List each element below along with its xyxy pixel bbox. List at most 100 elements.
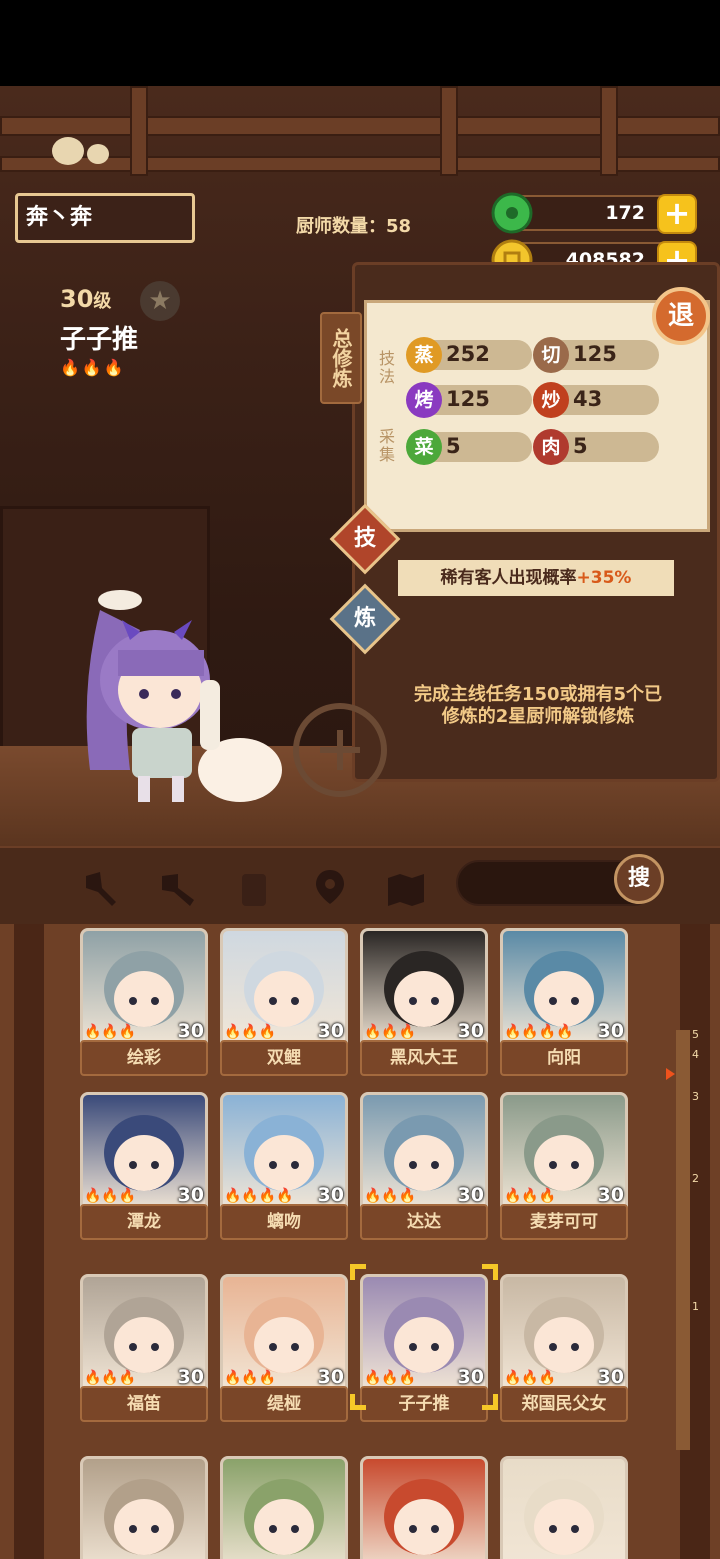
search-button[interactable]: 搜: [614, 854, 664, 904]
left-rail: [14, 924, 44, 1559]
card-name: 绘彩: [80, 1040, 208, 1076]
chef-card[interactable]: 🔥🔥🔥🔥 30 向阳: [500, 928, 628, 1092]
stat-badge: 蒸: [406, 337, 442, 373]
map-icon[interactable]: [384, 866, 428, 910]
ruler-mark: 5: [692, 1028, 699, 1041]
shovel-icon[interactable]: [80, 866, 124, 910]
stat-value: 125: [446, 387, 490, 411]
stat-item: 炒 43: [533, 382, 659, 418]
card-flames: 🔥🔥🔥: [224, 1370, 277, 1386]
card-name: 子子推: [360, 1386, 488, 1422]
card-name: 双鲤: [220, 1040, 348, 1076]
bonus-percent: +35%: [576, 568, 632, 588]
chef-card[interactable]: 🔥🔥🔥 30 绘彩: [80, 928, 208, 1092]
chef-card[interactable]: 🔥🔥🔥🔥 30 螭吻: [220, 1092, 348, 1256]
chef-card[interactable]: [80, 1456, 208, 1559]
card-level: 30: [177, 1366, 204, 1388]
card-flames: 🔥🔥🔥🔥: [504, 1024, 574, 1040]
bonus-banner: 稀有客人出现概率+35%: [398, 560, 674, 596]
retreat-button[interactable]: 退: [652, 287, 710, 345]
selection-corner: [350, 1394, 366, 1410]
card-flames: 🔥🔥🔥: [224, 1024, 277, 1040]
chef-card[interactable]: 🔥🔥🔥 30 子子推: [360, 1274, 488, 1438]
chef-count-value: 58: [386, 216, 412, 237]
star-icon[interactable]: ★: [140, 281, 180, 321]
card-name: 达达: [360, 1204, 488, 1240]
card-level: 30: [317, 1184, 344, 1206]
card-flames: 🔥🔥🔥: [504, 1370, 557, 1386]
chick-decoration-icon: [52, 137, 109, 165]
add-slot-icon[interactable]: [290, 700, 390, 800]
gather-section-label: 采集: [376, 428, 395, 464]
card-name: 潭龙: [80, 1204, 208, 1240]
chef-card[interactable]: 🔥🔥🔥 30 潭龙: [80, 1092, 208, 1256]
stat-badge: 菜: [406, 429, 442, 465]
card-level: 30: [597, 1020, 624, 1042]
stat-item: 菜5: [406, 429, 532, 465]
stat-item: 烤 125: [406, 382, 532, 418]
chef-card[interactable]: [220, 1456, 348, 1559]
filter-toolbar: 搜: [0, 846, 720, 924]
chef-character[interactable]: [60, 570, 290, 810]
chef-card[interactable]: 🔥🔥🔥 30 郑国民父女: [500, 1274, 628, 1438]
add-jade-button[interactable]: +: [657, 194, 697, 234]
chef-card[interactable]: [360, 1456, 488, 1559]
unlock-hint: 完成主线任务150或拥有5个已 修炼的2星厨师解锁修炼: [388, 684, 688, 728]
jar-icon[interactable]: [232, 866, 276, 910]
card-level: 30: [317, 1020, 344, 1042]
card-flames: 🔥🔥🔥🔥: [224, 1188, 294, 1204]
skill-section-label: 技法: [376, 350, 395, 386]
ruler-mark: 2: [692, 1172, 699, 1185]
chef-card[interactable]: [500, 1456, 628, 1559]
chef-card[interactable]: 🔥🔥🔥 30 达达: [360, 1092, 488, 1256]
jade-icon: [491, 192, 533, 234]
card-name: 郑国民父女: [500, 1386, 628, 1422]
bonus-text: 稀有客人出现概率: [440, 568, 577, 588]
tab-skill-label: 技: [353, 526, 376, 551]
chef-level: 30级: [60, 285, 138, 313]
chef-portrait: [80, 1456, 208, 1559]
card-flames: 🔥🔥🔥: [364, 1024, 417, 1040]
selection-corner: [482, 1394, 498, 1410]
ceiling-post: [440, 86, 458, 176]
chef-level-unit: 级: [93, 291, 112, 312]
chef-info: 30级 ★ 子子推 🔥🔥🔥: [60, 281, 180, 377]
card-name: 黑风大王: [360, 1040, 488, 1076]
card-name: 螭吻: [220, 1204, 348, 1240]
stat-value: 125: [573, 342, 617, 366]
stat-value: 5: [573, 434, 588, 458]
chef-portrait: [220, 1456, 348, 1559]
ruler-mark: 4: [692, 1048, 699, 1061]
card-level: 30: [457, 1366, 484, 1388]
card-name: 向阳: [500, 1040, 628, 1076]
chef-level-value: 30: [60, 285, 94, 313]
ruler-pointer-icon: [666, 1068, 675, 1080]
chef-portrait: [360, 1456, 488, 1559]
card-level: 30: [457, 1184, 484, 1206]
card-flames: 🔥🔥🔥: [84, 1370, 137, 1386]
card-level: 30: [317, 1366, 344, 1388]
chef-card[interactable]: 🔥🔥🔥 30 双鲤: [220, 928, 348, 1092]
scroll-ruler[interactable]: [676, 1030, 690, 1450]
card-level: 30: [597, 1366, 624, 1388]
status-bar: [0, 0, 720, 86]
chef-card[interactable]: 🔥🔥🔥 30 福笛: [80, 1274, 208, 1438]
chef-card[interactable]: 🔥🔥🔥 30 黑风大王: [360, 928, 488, 1092]
card-name: 缇桠: [220, 1386, 348, 1422]
unlock-line-2: 修炼的2星厨师解锁修炼: [441, 706, 635, 727]
stat-value: 5: [446, 434, 461, 458]
card-name: 福笛: [80, 1386, 208, 1422]
stat-item: 蒸 252: [406, 337, 532, 373]
card-name: 麦芽可可: [500, 1204, 628, 1240]
stat-value: 43: [573, 387, 603, 411]
spatula-icon[interactable]: [156, 866, 200, 910]
selection-corner: [350, 1264, 366, 1280]
chef-card[interactable]: 🔥🔥🔥 30 麦芽可可: [500, 1092, 628, 1256]
chef-card[interactable]: 🔥🔥🔥 30 缇桠: [220, 1274, 348, 1438]
card-level: 30: [597, 1184, 624, 1206]
ceiling-post: [130, 86, 148, 176]
card-flames: 🔥🔥🔥: [84, 1024, 137, 1040]
card-flames: 🔥🔥🔥: [504, 1188, 557, 1204]
location-pin-icon[interactable]: [308, 866, 352, 910]
player-name[interactable]: 奔丶奔: [15, 193, 195, 243]
